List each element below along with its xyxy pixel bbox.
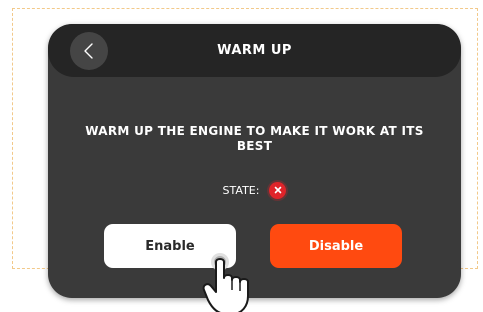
disable-button[interactable]: Disable (270, 224, 402, 268)
header-bar: WARM UP (48, 24, 461, 77)
state-row: STATE: (48, 180, 461, 200)
state-label: STATE: (222, 183, 260, 197)
chevron-left-icon (84, 43, 93, 59)
screen-title: WARM UP (217, 43, 292, 58)
page: WARM UP WARM UP THE ENGINE TO MAKE IT WO… (0, 0, 483, 312)
state-indicator (269, 181, 287, 199)
warm-up-message: WARM UP THE ENGINE TO MAKE IT WORK AT IT… (85, 124, 424, 153)
back-button[interactable] (70, 32, 108, 70)
hand-pointer-icon (202, 253, 249, 312)
x-icon (274, 186, 282, 194)
